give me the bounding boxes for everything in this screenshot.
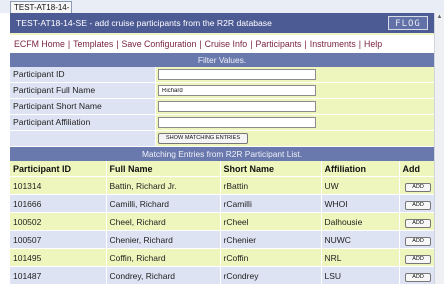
add-participant-button[interactable]: ADD [405,254,431,264]
nav-separator: | [116,39,119,49]
short-name-input[interactable] [158,101,316,112]
participant-id-cell [156,67,434,83]
affiliation-label: Participant Affiliation [10,115,156,131]
affiliation-cell: LSU [321,266,400,285]
filter-section-header: Filter Values. [10,53,434,67]
add-cell: ADD [399,212,435,231]
affiliation-input[interactable] [158,117,316,128]
full-name-cell: Condrey, Richard [106,266,221,285]
filter-row-participant-id: Participant ID [10,67,434,83]
column-header-full-name: Full Name [106,161,221,177]
add-participant-button[interactable]: ADD [405,182,431,192]
affiliation-cell: NRL [321,248,400,267]
participant-id-cell: 101495 [10,248,107,267]
full-name-label: Participant Full Name [10,83,156,99]
table-row: 100502 Cheel, Richard rCheel Dalhousie ADD [10,212,435,231]
full-name-cell: Camilli, Richard [106,194,221,213]
add-cell: ADD [399,176,435,195]
nav-separator: | [67,39,71,49]
add-cell: ADD [399,194,435,213]
page-header: TEST-AT18-14-SE - add cruise participant… [10,13,434,35]
scroll-up-arrow-icon[interactable]: ▲ [436,14,443,20]
vertical-scrollbar[interactable]: ▲ [434,13,444,284]
button-row-spacer [10,131,156,147]
filter-row-full-name: Participant Full Name [10,83,434,99]
nav-link-participants[interactable]: Participants [256,39,302,49]
full-name-cell: Cheel, Richard [106,212,221,231]
participant-id-cell: 101487 [10,266,107,285]
full-name-input[interactable] [158,85,316,96]
filter-row-affiliation: Participant Affiliation [10,115,434,131]
full-name-cell: Battin, Richard Jr. [106,176,221,195]
nav-link-save-configuration[interactable]: Save Configuration [122,39,197,49]
button-cell: SHOW MATCHING ENTRIES [156,131,434,147]
add-cell: ADD [399,230,435,249]
participant-id-label: Participant ID [10,67,156,83]
full-name-cell [156,83,434,99]
full-name-cell: Coffin, Richard [106,248,221,267]
short-name-cell: rCondrey [220,266,322,285]
table-row: 100507 Chenier, Richard rChenier NUWC ADD [10,230,435,249]
nav-link-help[interactable]: Help [364,39,382,49]
short-name-cell [156,99,434,115]
nav-link-cruise-info[interactable]: Cruise Info [205,39,248,49]
nav-separator: | [304,39,307,49]
nav-link-instruments[interactable]: Instruments [310,39,356,49]
column-header-affiliation: Affiliation [321,161,400,177]
nav-link-ecfm-home[interactable]: ECFM Home [14,39,65,49]
filter-row-short-name: Participant Short Name [10,99,434,115]
page-title: TEST-AT18-14-SE - add cruise participant… [16,18,272,28]
column-header-add: Add [399,161,435,177]
table-row: 101495 Coffin, Richard rCoffin NRL ADD [10,248,435,267]
results-section-header: Matching Entries from R2R Participant Li… [10,147,434,161]
browser-tab[interactable]: TEST-AT18-14-SE [10,1,72,24]
flog-logo: FLOG [388,16,428,30]
filter-button-row: SHOW MATCHING ENTRIES [10,131,434,147]
browser-tab-bar: TEST-AT18-14-SE [0,0,444,24]
participant-id-cell: 100502 [10,212,107,231]
nav-separator: | [250,39,253,49]
short-name-cell: rBattin [220,176,322,195]
table-row: 101487 Condrey, Richard rCondrey LSU ADD [10,266,435,285]
short-name-label: Participant Short Name [10,99,156,115]
nav-separator: | [358,39,362,49]
participant-id-cell: 100507 [10,230,107,249]
add-participant-button[interactable]: ADD [405,272,431,282]
nav-bar: ECFM Home | Templates | Save Configuration | C… [10,35,434,53]
add-participant-button[interactable]: ADD [405,218,431,228]
table-row: 101666 Camilli, Richard rCamilli WHOI ADD [10,194,435,213]
affiliation-cell: Dalhousie [321,212,400,231]
show-matching-entries-button[interactable]: SHOW MATCHING ENTRIES [158,133,248,144]
affiliation-cell: NUWC [321,230,400,249]
affiliation-cell: UW [321,176,400,195]
results-header-row: Participant ID Full Name Short Name Affi… [10,161,435,177]
add-cell: ADD [399,266,435,285]
participant-id-cell: 101666 [10,194,107,213]
add-participant-button[interactable]: ADD [405,200,431,210]
short-name-cell: rChenier [220,230,322,249]
full-name-cell: Chenier, Richard [106,230,221,249]
participant-id-cell: 101314 [10,176,107,195]
page-content: TEST-AT18-14-SE - add cruise participant… [10,13,435,285]
column-header-short-name: Short Name [220,161,322,177]
add-participant-button[interactable]: ADD [405,236,431,246]
participant-id-input[interactable] [158,69,316,80]
results-table: Participant ID Full Name Short Name Affi… [10,161,435,285]
short-name-cell: rCheel [220,212,322,231]
nav-link-templates[interactable]: Templates [73,39,113,49]
table-row: 101314 Battin, Richard Jr. rBattin UW ADD [10,176,435,195]
short-name-cell: rCoffin [220,248,322,267]
add-cell: ADD [399,248,435,267]
nav-separator: | [199,39,202,49]
affiliation-cell [156,115,434,131]
affiliation-cell: WHOI [321,194,400,213]
column-header-participant-id: Participant ID [10,161,107,177]
short-name-cell: rCamilli [220,194,322,213]
